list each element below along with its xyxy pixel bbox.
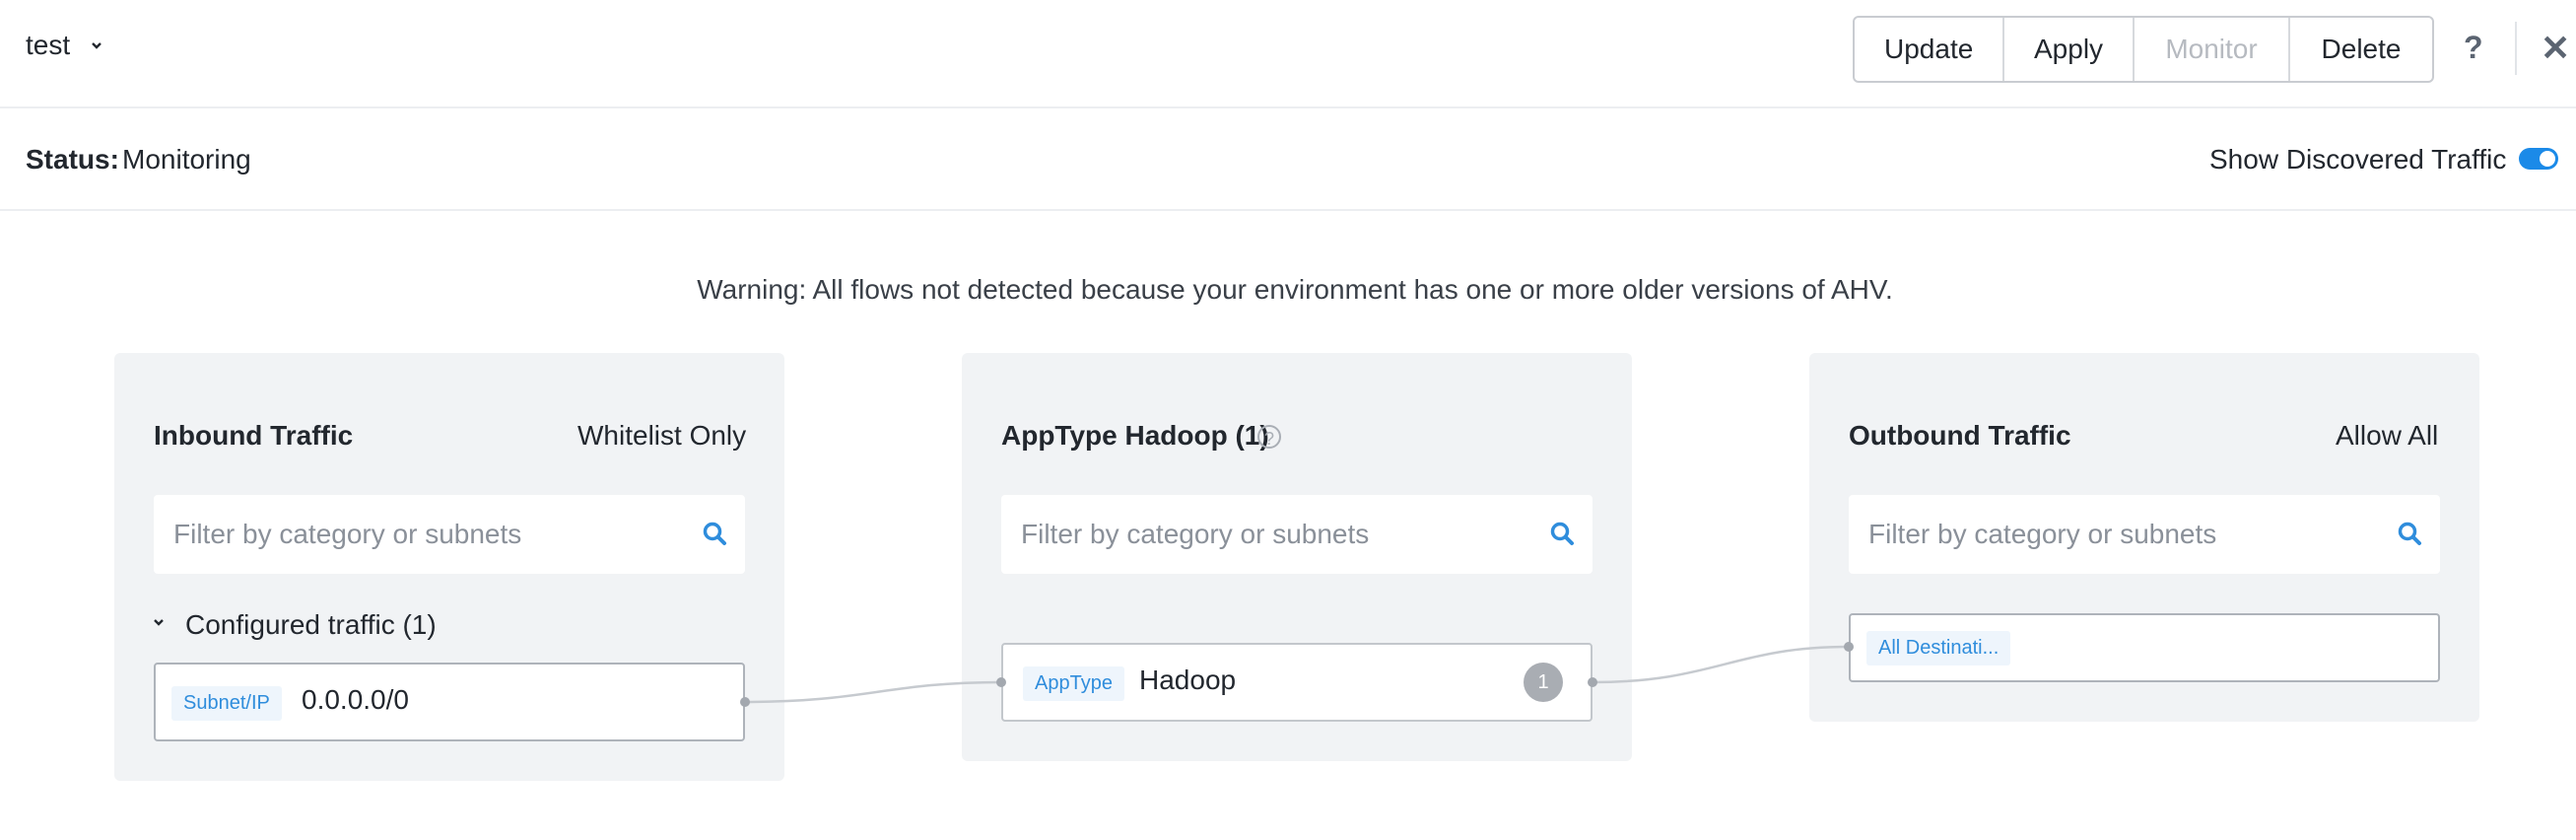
apptype-value: Hadoop	[1139, 665, 1237, 695]
toggle-knob	[2540, 151, 2555, 167]
show-discovered-traffic-toggle[interactable]	[2519, 148, 2558, 170]
status-label: Status:	[26, 144, 119, 175]
apptype-item[interactable]: AppType Hadoop 1	[1001, 643, 1593, 722]
inbound-search-placeholder: Filter by category or subnets	[173, 519, 522, 549]
update-button[interactable]: Update	[1855, 18, 2004, 81]
search-icon[interactable]	[1549, 521, 1575, 546]
apptype-title: AppType Hadoop (1)	[1001, 420, 1269, 451]
show-discovered-traffic-label: Show Discovered Traffic	[2209, 144, 2507, 175]
monitor-button[interactable]: Monitor	[2135, 18, 2290, 81]
outbound-title: Outbound Traffic	[1849, 420, 2071, 451]
connector-dot	[1844, 642, 1854, 652]
connector-dot	[740, 697, 750, 707]
connector-dot	[1588, 677, 1597, 687]
close-icon[interactable]: ✕	[2541, 28, 2570, 69]
subnet-tag: Subnet/IP	[171, 686, 282, 721]
inbound-search-input[interactable]: Filter by category or subnets	[154, 495, 745, 574]
apply-button[interactable]: Apply	[2004, 18, 2135, 81]
outbound-search-placeholder: Filter by category or subnets	[1868, 519, 2217, 549]
policy-name[interactable]: test	[26, 30, 70, 61]
apptype-tag: AppType	[1023, 666, 1124, 701]
outbound-mode[interactable]: Allow All	[2336, 420, 2438, 452]
search-icon[interactable]	[2397, 521, 2422, 546]
inbound-mode[interactable]: Whitelist Only	[577, 420, 746, 452]
subnet-value: 0.0.0.0/0	[302, 684, 409, 715]
status-bar	[0, 106, 2576, 211]
apptype-search-placeholder: Filter by category or subnets	[1021, 519, 1370, 549]
chevron-down-icon[interactable]	[150, 613, 168, 631]
connector-dot	[996, 677, 1006, 687]
outbound-search-input[interactable]: Filter by category or subnets	[1849, 495, 2440, 574]
chevron-down-icon[interactable]	[87, 35, 106, 55]
count-badge: 1	[1524, 663, 1563, 702]
help-icon[interactable]: ?	[1257, 425, 1281, 449]
warning-message: Warning: All flows not detected because …	[697, 274, 1893, 305]
destination-tag: All Destinati...	[1866, 631, 2011, 665]
configured-traffic-toggle[interactable]: Configured traffic (1)	[185, 609, 437, 641]
action-button-group: Update Apply Monitor Delete	[1853, 16, 2434, 83]
search-icon[interactable]	[702, 521, 727, 546]
inbound-traffic-item[interactable]: Subnet/IP 0.0.0.0/0	[154, 663, 745, 741]
delete-button[interactable]: Delete	[2290, 18, 2432, 81]
help-icon[interactable]: ?	[2464, 30, 2483, 66]
inbound-title: Inbound Traffic	[154, 420, 354, 451]
apptype-search-input[interactable]: Filter by category or subnets	[1001, 495, 1593, 574]
divider	[2515, 22, 2517, 75]
status-value: Monitoring	[122, 144, 251, 175]
outbound-traffic-item[interactable]: All Destinati...	[1849, 613, 2440, 682]
